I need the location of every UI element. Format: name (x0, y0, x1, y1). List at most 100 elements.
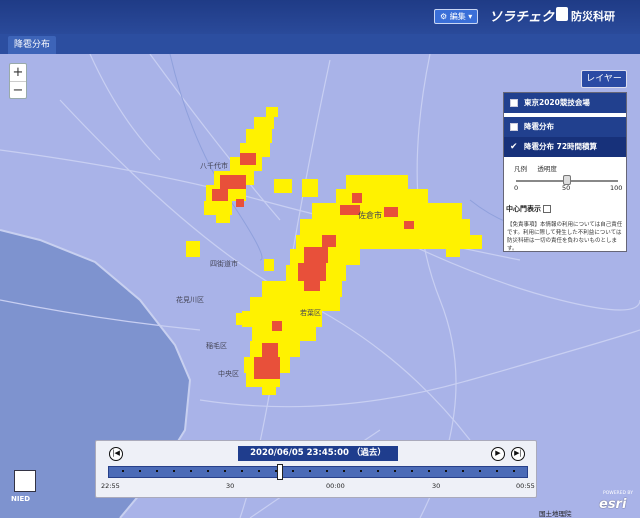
time-step-dot (394, 470, 396, 472)
hail-cell-high (404, 221, 414, 229)
nied-text: NIED (11, 495, 31, 503)
time-step-dot (479, 470, 481, 472)
hail-cell-high (298, 263, 326, 281)
hail-distribution-layer (186, 107, 482, 395)
hail-cell-low (264, 259, 274, 271)
opacity-mid-label: 50 (562, 184, 571, 192)
hail-cell-low (336, 189, 428, 203)
hail-cell-low (254, 117, 274, 129)
zoom-out-button[interactable]: − (10, 81, 26, 98)
time-step-dot (122, 470, 124, 472)
time-step-dot (207, 470, 209, 472)
esri-logo: esri (599, 497, 627, 512)
tab-bar (0, 34, 640, 54)
layer-item-label: 降雹分布 (524, 122, 554, 131)
time-step-dot (258, 470, 260, 472)
time-step-dot (292, 470, 294, 472)
hail-cell-high (220, 175, 246, 189)
hail-cell-low (446, 249, 460, 257)
sorachekku-logo: ソラチェク (489, 10, 555, 25)
hail-cell-high (236, 199, 244, 207)
hail-cell-high (254, 357, 280, 379)
hail-cell-low (262, 281, 342, 297)
checkbox-icon[interactable] (510, 99, 518, 107)
hail-cell-high (272, 321, 282, 331)
center-display-label: 中心門表示 (506, 205, 541, 213)
time-step-dot (190, 470, 192, 472)
gsi-attribution: 国土地理院 (539, 510, 572, 518)
hail-cell-high (352, 193, 362, 203)
hail-cell-low (252, 327, 316, 341)
tab-hail-distribution[interactable]: 降雹分布 (8, 36, 57, 54)
nied-logo-text: 防災科研 (571, 10, 615, 23)
time-step-dot (428, 470, 430, 472)
layer-item-hail[interactable]: 降雹分布 (504, 117, 626, 137)
place-label: 佐倉市 (358, 210, 382, 220)
time-step-dot (224, 470, 226, 472)
hail-cell-low (204, 201, 232, 215)
edit-button[interactable]: ⚙ 編集 ▾ (434, 9, 479, 24)
hail-cell-low (236, 313, 246, 325)
time-step-dot (411, 470, 413, 472)
hail-cell-high (304, 281, 320, 291)
place-label: 中央区 (218, 369, 239, 378)
hail-cell-low (300, 219, 470, 235)
hail-cell-high (304, 247, 328, 263)
hail-cell-high (340, 205, 360, 215)
nied-logo-icon (14, 470, 36, 492)
layer-item-label: 東京2020競技会場 (524, 98, 590, 107)
hail-cell-high (384, 207, 398, 217)
layer-button[interactable]: レイヤー (581, 70, 627, 88)
time-track[interactable] (108, 466, 528, 478)
place-label: 花見川区 (176, 295, 204, 304)
time-step-dot (309, 470, 311, 472)
time-step-dot (445, 470, 447, 472)
time-tick-label: 22:55 (101, 482, 120, 490)
time-step-dot (326, 470, 328, 472)
time-step-dot (241, 470, 243, 472)
hail-cell-low (262, 387, 276, 395)
checkmark-icon[interactable]: ✔ (510, 137, 518, 157)
time-step-dot (139, 470, 141, 472)
hail-cell-high (240, 153, 256, 165)
time-step-dot (377, 470, 379, 472)
legend-label[interactable]: 凡例 透明度 (514, 163, 557, 173)
hail-cell-high (262, 343, 278, 357)
hail-cell-low (266, 107, 278, 117)
opacity-min-label: 0 (514, 184, 519, 192)
center-display-toggle[interactable]: 中心門表示 (506, 204, 551, 214)
current-datetime: 2020/06/05 23:45:00 （過去） (238, 446, 398, 461)
esri-powered-by: POWERED BY (603, 491, 634, 496)
opacity-max-label: 100 (610, 184, 623, 192)
time-step-dot (496, 470, 498, 472)
checkbox-icon[interactable] (510, 123, 518, 131)
play-icon[interactable]: ▶ (491, 447, 505, 461)
zoom-control: + − (9, 63, 27, 99)
time-step-dot (360, 470, 362, 472)
opacity-label: 透明度 (537, 165, 557, 173)
layer-item-olympic-venues[interactable]: 東京2020競技会場 (504, 93, 626, 113)
hail-cell-low (246, 129, 272, 143)
skip-back-icon[interactable]: |◀ (109, 447, 123, 461)
time-step-dot (173, 470, 175, 472)
hail-cell-low (274, 179, 292, 193)
checkbox-icon[interactable] (543, 205, 551, 213)
place-label: 八千代市 (200, 161, 228, 170)
place-label: 四街道市 (210, 259, 238, 268)
time-thumb[interactable] (277, 464, 284, 480)
time-tick-label: 30 (432, 482, 441, 490)
place-label: 稲毛区 (206, 341, 227, 350)
time-tick-label: 30 (226, 482, 235, 490)
layer-item-label: 降雹分布 72時間積算 (524, 142, 598, 151)
layer-item-hail-72h[interactable]: ✔ 降雹分布 72時間積算 (504, 137, 626, 157)
hail-cell-low (186, 241, 200, 257)
place-label: 若葉区 (300, 308, 321, 317)
nied-mark-icon (556, 7, 568, 21)
hail-cell-low (376, 177, 384, 185)
hail-cell-low (302, 179, 318, 197)
skip-forward-icon[interactable]: ▶| (511, 447, 525, 461)
zoom-in-button[interactable]: + (10, 64, 26, 81)
hail-cell-low (216, 215, 230, 223)
disclaimer-text: 【免責事項】本情報の利用については自己責任です。利用に際して発生した不利益につい… (507, 222, 623, 252)
time-step-dot (343, 470, 345, 472)
